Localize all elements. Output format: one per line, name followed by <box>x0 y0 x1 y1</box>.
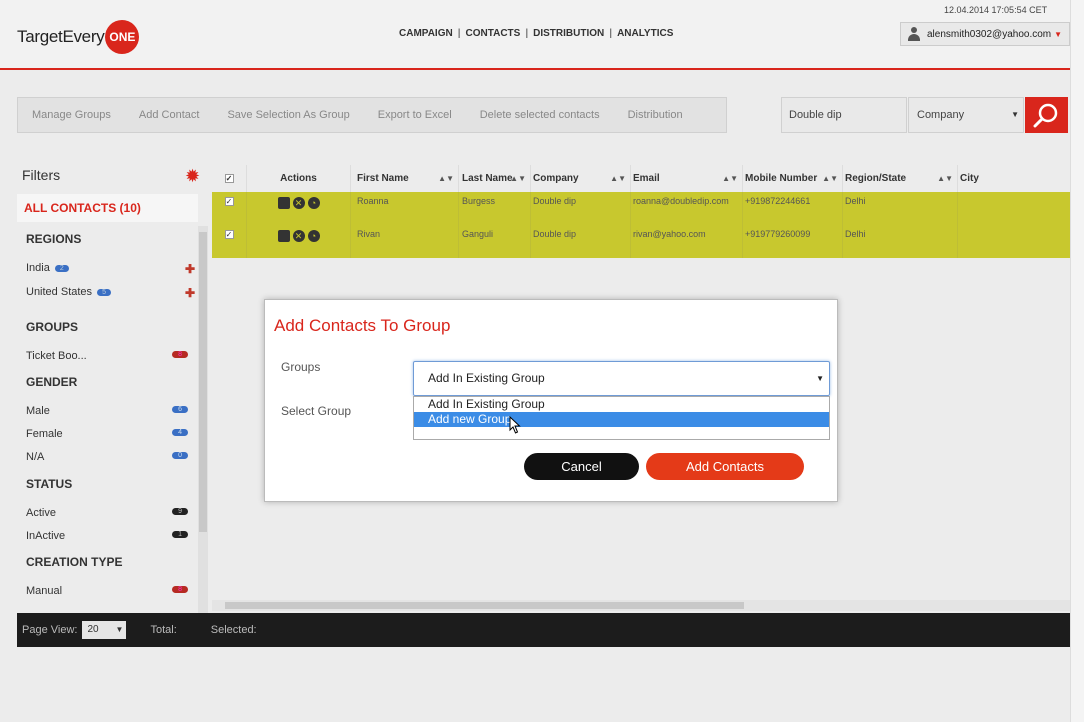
dialog-title: Add Contacts To Group <box>274 316 451 335</box>
caret-down-icon: ▼ <box>816 374 824 383</box>
groups-dropdown-list: Add In Existing Group Add new Group <box>413 396 830 440</box>
option-add-new-group[interactable]: Add new Group <box>414 412 829 427</box>
cancel-button[interactable]: Cancel <box>524 453 639 480</box>
groups-select-value: Add In Existing Group <box>428 371 545 385</box>
add-contacts-to-group-dialog: Add Contacts To Group Groups Select Grou… <box>264 299 838 502</box>
option-add-in-existing-group[interactable]: Add In Existing Group <box>414 397 829 412</box>
add-contacts-button[interactable]: Add Contacts <box>646 453 804 480</box>
groups-select[interactable]: Add In Existing Group ▼ <box>413 361 830 396</box>
mouse-cursor-icon <box>509 416 521 434</box>
select-group-label: Select Group <box>281 404 352 418</box>
groups-label: Groups <box>281 360 321 374</box>
